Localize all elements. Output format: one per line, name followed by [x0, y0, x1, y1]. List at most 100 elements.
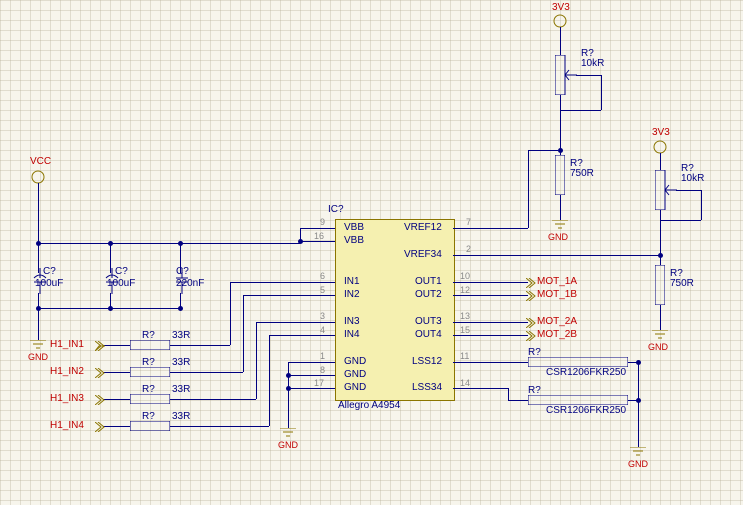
wire: [256, 322, 300, 323]
wire: [488, 362, 528, 363]
pin-name: IN3: [344, 316, 360, 327]
wire: [488, 282, 528, 283]
res-val: CSR1206FKR250: [546, 405, 626, 416]
pin-num: 11: [460, 351, 469, 361]
wire: [488, 255, 660, 256]
port-label: MOT_1B: [537, 289, 577, 300]
wire: [453, 295, 488, 296]
port-label: H1_IN2: [50, 366, 84, 377]
pin-name: GND: [344, 382, 366, 393]
wire: [170, 345, 230, 346]
pin-num: 7: [466, 217, 471, 227]
ic-ref: IC?: [328, 204, 344, 215]
wire: [103, 372, 130, 373]
v3v3-label: 3V3: [652, 127, 670, 138]
wire: [300, 241, 335, 242]
wire: [300, 282, 335, 283]
vcc-symbol: [653, 140, 667, 154]
gnd-label: GND: [648, 342, 668, 352]
cap-val: 100uF: [35, 278, 63, 289]
resistor-sense-b: [528, 395, 628, 405]
wire: [676, 190, 701, 191]
gnd-label: GND: [628, 459, 648, 469]
pin-num: 8: [320, 365, 325, 375]
res-ref: R?: [142, 357, 155, 368]
wire: [453, 362, 488, 363]
pin-name: VREF12: [404, 222, 442, 233]
junction-dot: [286, 386, 291, 391]
wire: [230, 282, 231, 345]
port-out3: [526, 318, 536, 328]
wire: [528, 150, 558, 151]
resistor-div-a: [555, 155, 565, 195]
wire: [576, 75, 601, 76]
wire: [560, 195, 561, 220]
wire: [38, 243, 39, 273]
res-val: 750R: [670, 278, 694, 289]
wire: [243, 295, 300, 296]
wire: [300, 375, 335, 376]
ic-part: Allegro A4954: [338, 400, 400, 411]
res-val: 33R: [172, 411, 190, 422]
wire: [103, 345, 130, 346]
res-ref: R?: [142, 384, 155, 395]
pin-num: 16: [314, 231, 324, 241]
gnd-label: GND: [548, 232, 568, 242]
pin-name: GND: [344, 356, 366, 367]
port-label: H1_IN4: [50, 420, 84, 431]
wire: [300, 322, 335, 323]
vcc-symbol: [31, 170, 45, 184]
wire: [288, 362, 289, 428]
wire: [38, 243, 300, 244]
pin-num: 17: [314, 378, 324, 388]
pin-name: OUT3: [415, 316, 442, 327]
wire: [300, 228, 335, 229]
wire: [453, 282, 488, 283]
port-label: H1_IN1: [50, 339, 84, 350]
cap-val: 220nF: [176, 278, 204, 289]
pin-name: LSS34: [412, 382, 442, 393]
res-val: 33R: [172, 357, 190, 368]
wire: [300, 295, 335, 296]
pin-name: VBB: [344, 222, 364, 233]
junction-dot: [286, 373, 291, 378]
wire: [38, 183, 39, 243]
vcc-label: VCC: [30, 156, 51, 167]
pin-num: 2: [466, 244, 471, 254]
wire: [488, 335, 528, 336]
wire: [288, 362, 300, 363]
pin-name: VBB: [344, 235, 364, 246]
pin-num: 9: [320, 217, 325, 227]
wire: [508, 400, 528, 401]
port-label: H1_IN3: [50, 393, 84, 404]
junction-dot: [636, 398, 641, 403]
wire: [560, 27, 561, 55]
v3v3-label: 3V3: [552, 2, 570, 13]
resistor: [130, 340, 170, 350]
res-val: CSR1206FKR250: [546, 367, 626, 378]
pin-num: 3: [320, 311, 325, 321]
wire: [488, 322, 528, 323]
res-val: 10kR: [581, 58, 604, 69]
resistor: [130, 421, 170, 431]
wire: [660, 210, 661, 265]
pin-num: 10: [460, 271, 470, 281]
pin-name: OUT4: [415, 329, 442, 340]
port-out1: [526, 278, 536, 288]
pin-num: 4: [320, 325, 325, 335]
port-label: MOT_1A: [537, 276, 577, 287]
wire: [701, 190, 702, 220]
resistor-sense-a: [528, 357, 628, 367]
pin-num: 14: [460, 378, 470, 388]
cap-ref: C?: [176, 266, 189, 277]
wire: [660, 220, 701, 221]
junction-dot: [178, 306, 183, 311]
wire: [300, 362, 335, 363]
wire: [170, 372, 243, 373]
pin-num: 6: [320, 271, 325, 281]
wire: [453, 335, 488, 336]
resistor-div-b: [655, 265, 665, 305]
wire: [453, 255, 488, 256]
res-val: 750R: [570, 168, 594, 179]
pin-num: 1: [320, 351, 325, 361]
